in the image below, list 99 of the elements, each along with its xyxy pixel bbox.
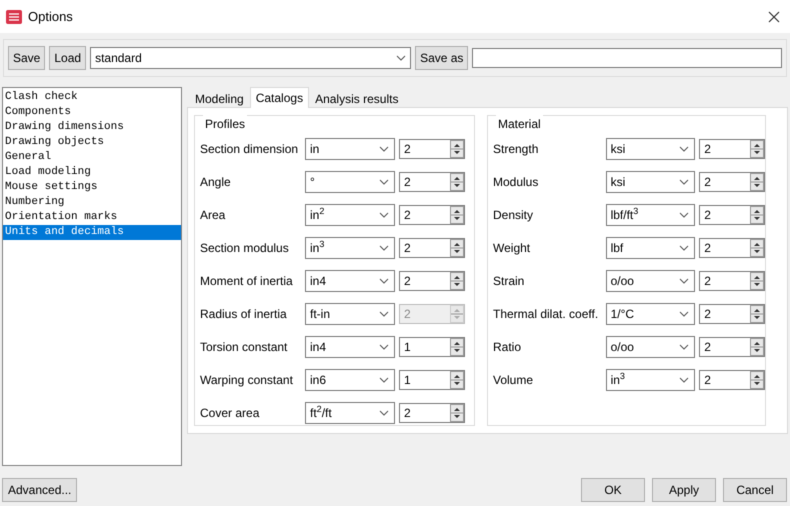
chevron-down-icon: [679, 310, 690, 316]
spin-arrows-icon: [450, 172, 464, 190]
chevron-down-icon: [379, 344, 389, 350]
chevron-down-icon: [379, 278, 389, 284]
decimals-spinbox[interactable]: 2: [699, 270, 765, 290]
window-title: Options: [28, 8, 74, 26]
decimals-spinbox[interactable]: 2: [699, 370, 765, 390]
unit-dropdown[interactable]: lbf/ft$^{3}$: [606, 204, 696, 226]
preset-dropdown[interactable]: standard: [90, 47, 412, 69]
advanced-button[interactable]: Advanced...: [2, 478, 78, 502]
chevron-down-icon: [679, 244, 690, 250]
field-label: Strain: [493, 272, 526, 290]
decimals-spinbox[interactable]: 2: [399, 402, 465, 422]
unit-dropdown[interactable]: in4: [305, 336, 395, 358]
chevron-down-icon: [379, 310, 389, 316]
field-label: Modulus: [493, 174, 540, 190]
chevron-down-icon: [679, 178, 690, 184]
chevron-down-icon: [679, 212, 690, 218]
app-logo-icon: [6, 10, 22, 24]
unit-dropdown[interactable]: ksi: [606, 170, 696, 192]
category-item[interactable]: General: [3, 150, 181, 165]
spin-arrows-icon: [450, 404, 464, 422]
field-label: Radius of inertia: [200, 306, 288, 322]
field-label: Density: [493, 206, 534, 224]
field-label: Angle: [200, 174, 232, 190]
field-label: Section dimension: [200, 140, 300, 158]
decimals-spinbox[interactable]: 2: [699, 172, 765, 192]
category-item[interactable]: Mouse settings: [3, 180, 181, 195]
save-button[interactable]: Save: [8, 46, 46, 70]
field-label: Volume: [493, 372, 534, 388]
chevron-down-icon: [679, 344, 690, 350]
chevron-down-icon: [379, 244, 389, 250]
chevron-down-icon: [679, 146, 690, 152]
unit-dropdown[interactable]: in6: [305, 368, 395, 390]
category-item[interactable]: Clash check: [3, 90, 181, 105]
decimals-spinbox[interactable]: 1: [399, 336, 465, 356]
category-item[interactable]: Orientation marks: [3, 210, 181, 225]
category-item[interactable]: Components: [3, 105, 181, 120]
decimals-spinbox[interactable]: 2: [399, 204, 465, 224]
save-as-field[interactable]: [472, 48, 782, 68]
unit-dropdown[interactable]: o/oo: [606, 270, 696, 292]
chevron-down-icon: [379, 146, 389, 152]
decimals-spinbox[interactable]: 2: [699, 336, 765, 356]
decimals-spinbox[interactable]: 2: [399, 138, 465, 158]
spin-arrows-icon: [450, 140, 464, 158]
chevron-down-icon: [379, 410, 389, 416]
field-label: Moment of inertia: [200, 272, 294, 290]
spin-arrows-icon: [450, 370, 464, 388]
category-item[interactable]: Load modeling: [3, 165, 181, 180]
chevron-down-icon: [379, 178, 389, 184]
category-item[interactable]: Drawing dimensions: [3, 120, 181, 135]
unit-dropdown[interactable]: in4: [305, 270, 395, 292]
decimals-spinbox[interactable]: 1: [399, 370, 465, 390]
decimals-spinbox[interactable]: 2: [399, 238, 465, 258]
decimals-spinbox[interactable]: 2: [699, 238, 765, 258]
load-button[interactable]: Load: [49, 46, 86, 70]
unit-dropdown[interactable]: lbf: [606, 236, 696, 258]
field-label: Thermal dilat. coeff.: [493, 306, 600, 322]
field-label: Cover area: [200, 404, 260, 422]
spin-arrows-icon: [450, 272, 464, 290]
chevron-down-icon: [379, 212, 389, 218]
spin-arrows-icon: [450, 206, 464, 224]
unit-dropdown[interactable]: 1/°C: [606, 302, 696, 324]
chevron-down-icon: [679, 376, 690, 382]
spin-arrows-icon: [450, 304, 464, 322]
decimals-spinbox[interactable]: 2: [399, 172, 465, 192]
spin-arrows-icon: [450, 238, 464, 256]
chevron-down-icon: [396, 55, 406, 61]
cancel-button[interactable]: Cancel: [723, 478, 787, 502]
field-label: Section modulus: [200, 240, 290, 256]
ok-button[interactable]: OK: [581, 478, 645, 502]
tab[interactable]: Catalogs: [250, 87, 310, 108]
category-item[interactable]: Units and decimals: [3, 225, 181, 240]
chevron-down-icon: [679, 278, 690, 284]
decimals-spinbox[interactable]: 2: [699, 138, 765, 158]
apply-button[interactable]: Apply: [652, 478, 716, 502]
field-label: Strength: [493, 140, 540, 158]
save-as-button[interactable]: Save as: [415, 46, 468, 70]
unit-dropdown[interactable]: o/oo: [606, 336, 696, 358]
category-item[interactable]: Numbering: [3, 195, 181, 210]
unit-dropdown[interactable]: in: [305, 138, 395, 160]
decimals-spinbox[interactable]: 2: [399, 270, 465, 290]
decimals-spinbox[interactable]: 2: [699, 204, 765, 224]
field-label: Ratio: [493, 338, 522, 356]
unit-dropdown[interactable]: ft$^{2}$/ft: [305, 402, 395, 424]
field-label: Area: [200, 206, 226, 224]
spin-arrows-icon: [450, 338, 464, 356]
close-icon[interactable]: [768, 10, 780, 22]
field-label: Warping constant: [200, 372, 294, 388]
unit-dropdown[interactable]: in$^{3}$: [305, 236, 395, 258]
unit-dropdown[interactable]: ksi: [606, 138, 696, 160]
unit-dropdown[interactable]: °: [305, 170, 395, 192]
field-label: Weight: [493, 240, 532, 256]
field-label: Torsion constant: [200, 338, 288, 356]
category-item[interactable]: Drawing objects: [3, 135, 181, 150]
decimals-spinbox[interactable]: 2: [699, 304, 765, 324]
unit-dropdown[interactable]: in$^{3}$: [606, 368, 696, 390]
unit-dropdown[interactable]: in$^{2}$: [305, 204, 395, 226]
chevron-down-icon: [379, 376, 389, 382]
